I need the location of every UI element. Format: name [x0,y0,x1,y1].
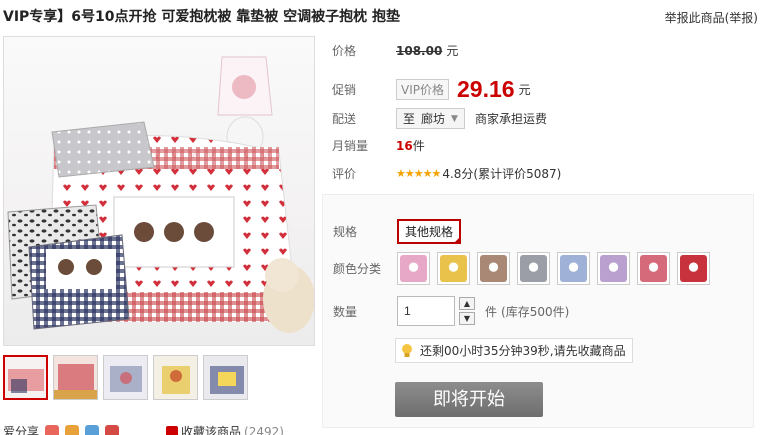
color-swatch-list [397,252,710,285]
favorite-label: 收藏该商品 [181,425,242,435]
sales-unit: 件 [412,139,425,153]
thumbnail-1[interactable] [3,355,48,400]
price-row: 价格 108.00 元 [332,42,458,59]
vip-price-tag: VIP价格 [396,79,449,100]
quantity-label: 数量 [333,304,358,319]
report-link[interactable]: 举报此商品(举报) [665,9,758,26]
countdown-row: 还剩00小时35分钟39秒,请先收藏商品 [395,338,633,363]
delivery-row: 配送 至 廊坊 ▼ 商家承担运费 [332,108,547,129]
thumbnail-4[interactable] [153,355,198,400]
original-price: 108.00 [396,43,443,58]
share-bar: 爱分享 [3,423,120,435]
bedding-photo [7,56,314,333]
red-hearts-pillow-icon [640,255,667,282]
purple-cartoon-pillow-icon [600,255,627,282]
destination-value: 廊坊 [421,112,446,126]
color-label: 颜色分类 [333,262,382,276]
freight-text: 商家承担运费 [474,112,547,126]
bookmark-icon [166,425,178,435]
favorite-product[interactable]: 收藏该商品 (2492) [166,423,284,435]
qzone-icon[interactable] [65,424,80,435]
spec-option-selected[interactable]: 其他规格 [397,219,462,244]
favorite-count: (2492) [244,424,284,435]
lightbulb-icon [402,343,412,357]
price-label: 价格 [332,44,357,58]
color-option-6[interactable] [597,252,630,285]
promo-price: 29.16 [457,76,515,102]
animal-cartoon-pillow-icon [440,255,467,282]
main-product-image[interactable] [3,36,315,346]
color-option-5[interactable] [557,252,590,285]
thumbnail-2[interactable] [53,355,98,400]
promo-unit: 元 [518,83,531,97]
renren-icon[interactable] [85,424,100,435]
destination-select[interactable]: 至 廊坊 ▼ [396,108,465,129]
rating-row: 评价 ★★★★★ 4.8分(累计评价5087) [332,165,561,182]
color-row: 颜色分类 [333,252,710,285]
destination-prefix: 至 [403,112,416,126]
promo-label: 促销 [332,83,357,97]
color-option-3[interactable] [477,252,510,285]
pink-floral-pillow-icon [400,255,427,282]
promo-row: 促销 VIP价格 29.16 元 [332,76,531,103]
sales-label: 月销量 [332,139,369,153]
brown-plain-pillow-icon [480,255,507,282]
douban-icon[interactable] [105,424,120,435]
thumbnail-3[interactable] [103,355,148,400]
thumbnail-5[interactable] [203,355,248,400]
quantity-unit: 件 [485,304,498,319]
weibo-icon[interactable] [45,424,60,435]
share-label: 爱分享 [3,425,40,435]
quantity-row: 数量 ▲ ▼ 件 (库存500件) [333,296,569,326]
quantity-input[interactable] [397,296,455,326]
sales-row: 月销量 16 件 [332,137,425,154]
spec-label: 规格 [333,225,358,239]
color-option-7[interactable] [637,252,670,285]
delivery-label: 配送 [332,112,357,126]
buy-button-coming-soon[interactable]: 即将开始 [395,382,543,417]
chevron-down-icon: ▼ [451,113,458,124]
increase-quantity-button[interactable]: ▲ [459,297,475,310]
red-flower-pillow-icon [680,255,707,282]
color-option-4[interactable] [517,252,550,285]
sales-count: 16 [396,138,413,153]
thumbnail-strip [3,355,248,400]
countdown-tip: 还剩00小时35分钟39秒,请先收藏商品 [395,338,633,363]
product-title: VIP专享】6号10点开抢 可爱抱枕被 靠垫被 空调被子抱枕 抱垫 [3,9,401,25]
purchase-options-panel: 规格 其他规格 颜色分类 数量 ▲ ▼ 件 (库存500件) 还剩00小时35分… [322,194,754,428]
spec-row: 规格 其他规格 [333,219,462,244]
decrease-quantity-button[interactable]: ▼ [459,312,475,325]
rating-text[interactable]: 4.8分(累计评价5087) [442,165,561,182]
stock-text: (库存500件) [501,304,570,319]
countdown-text: 还剩00小时35分钟39秒,请先收藏商品 [420,344,626,358]
blue-pattern-pillow-icon [560,255,587,282]
gray-plain-pillow-icon [520,255,547,282]
price-unit: 元 [446,44,459,58]
color-option-2[interactable] [437,252,470,285]
quantity-stepper: ▲ ▼ [459,297,475,325]
star-rating-icon: ★★★★★ [396,167,441,180]
rating-label: 评价 [332,167,357,181]
color-option-1[interactable] [397,252,430,285]
color-option-8[interactable] [677,252,710,285]
